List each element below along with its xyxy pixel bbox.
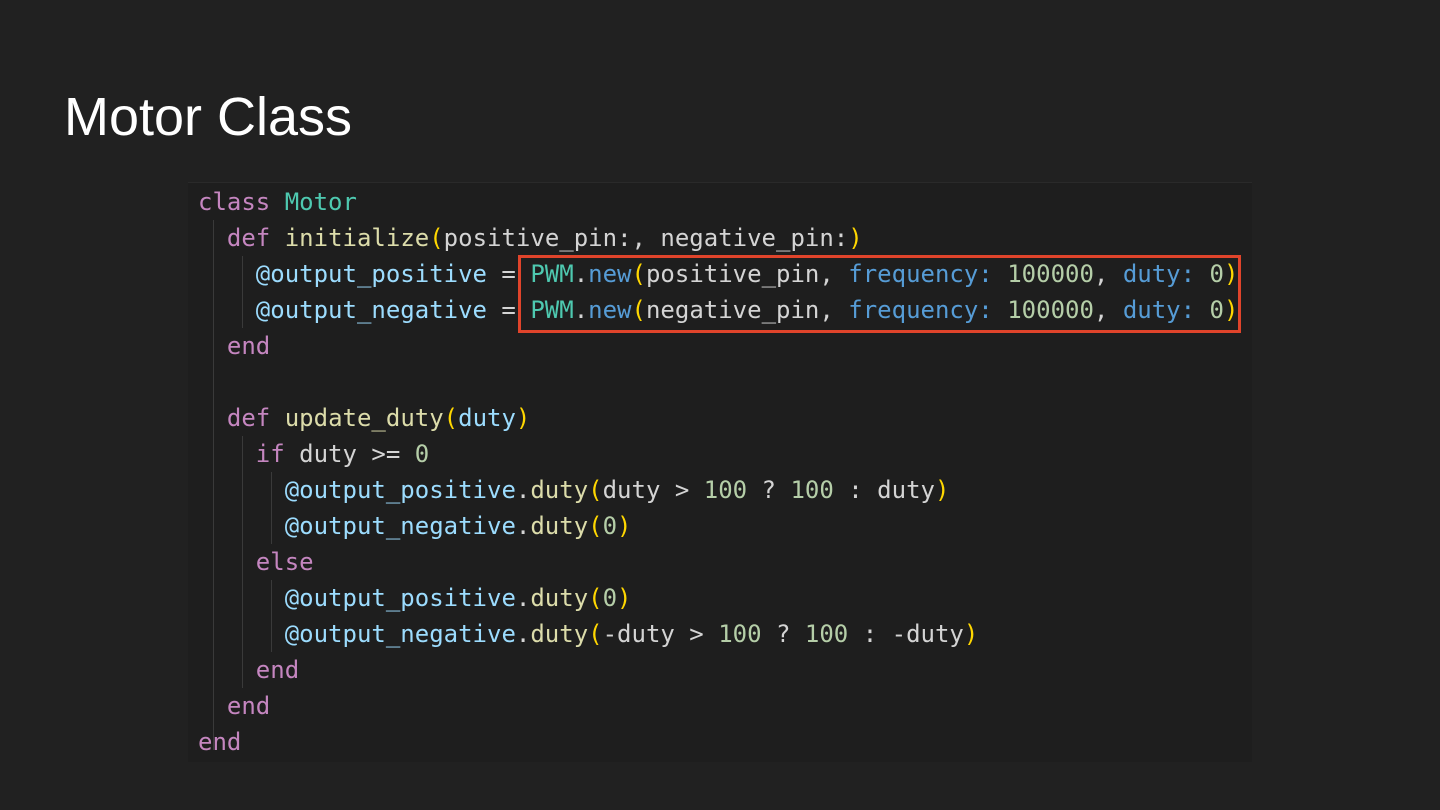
code-line: end (198, 652, 1238, 688)
code-token: end (255, 656, 300, 684)
code-token: if (255, 440, 285, 468)
code-token: def (226, 224, 271, 252)
code-token: end (226, 332, 271, 360)
code-token: ) (963, 620, 979, 648)
code-line: end (198, 328, 1238, 364)
code-token: ) (617, 584, 632, 612)
code-line: def initialize(positive_pin:, negative_p… (198, 220, 1238, 256)
code-token: @output_negative (284, 620, 516, 648)
code-token: Motor (284, 188, 357, 216)
code-token: @output_positive (284, 584, 516, 612)
code-token: ) (934, 476, 950, 504)
code-token: ? (747, 476, 791, 504)
code-token: : -duty (848, 620, 964, 648)
code-token: . (515, 512, 531, 540)
code-token: 100 (718, 620, 762, 648)
code-token: 100 (790, 476, 834, 504)
code-token: ( (588, 620, 603, 648)
code-token: ( (588, 584, 603, 612)
code-line: if duty >= 0 (198, 436, 1238, 472)
code-line: end (198, 688, 1238, 724)
code-line: end (198, 724, 1238, 760)
code-token: ( (429, 224, 444, 252)
code-token: ( (588, 476, 603, 504)
code-token: @output_positive (284, 476, 516, 504)
code-token: . (515, 584, 531, 612)
code-token: 0 (602, 584, 618, 612)
code-token: 0 (602, 512, 618, 540)
code-token: ) (515, 404, 531, 432)
code-token: 100 (804, 620, 849, 648)
code-token: duty > (602, 476, 704, 504)
code-token: ) (617, 512, 632, 540)
code-line: @output_negative.duty(0) (198, 508, 1238, 544)
code-line: @output_positive.duty(duty > 100 ? 100 :… (198, 472, 1238, 508)
code-token: ) (848, 224, 863, 252)
code-token: 0 (414, 440, 430, 468)
code-token: : duty (833, 476, 935, 504)
code-token: -duty > (602, 620, 719, 648)
code-token: duty (530, 620, 589, 648)
code-token: duty (530, 584, 589, 612)
code-token: duty (530, 512, 589, 540)
code-panel-top-border (188, 182, 1252, 183)
code-token: @output_positive (255, 260, 487, 288)
code-token: . (515, 620, 531, 648)
code-token: duty >= (284, 440, 415, 468)
slide-title: Motor Class (64, 87, 353, 147)
highlight-box-pwm-new (518, 255, 1241, 333)
code-line: else (198, 544, 1238, 580)
code-token: duty (530, 476, 589, 504)
code-token: def (226, 404, 271, 432)
code-line: @output_positive.duty(0) (198, 580, 1238, 616)
code-line: @output_negative.duty(-duty > 100 ? 100 … (198, 616, 1238, 652)
code-token: @output_negative (284, 512, 516, 540)
code-token: end (226, 692, 271, 720)
code-token: ? (761, 620, 805, 648)
code-token: initialize (284, 224, 430, 252)
code-token: positive_pin:, negative_pin: (443, 224, 849, 252)
code-token: update_duty (284, 404, 444, 432)
code-line: def update_duty(duty) (198, 400, 1238, 436)
code-line: class Motor (198, 184, 1238, 220)
code-token: @output_negative (255, 296, 487, 324)
code-token: 100 (703, 476, 748, 504)
code-token: class (198, 188, 271, 216)
code-token: else (255, 548, 314, 576)
code-token: . (515, 476, 531, 504)
code-token: end (198, 728, 242, 756)
code-token: duty (458, 404, 516, 432)
code-token: ( (443, 404, 459, 432)
code-token: ( (588, 512, 603, 540)
